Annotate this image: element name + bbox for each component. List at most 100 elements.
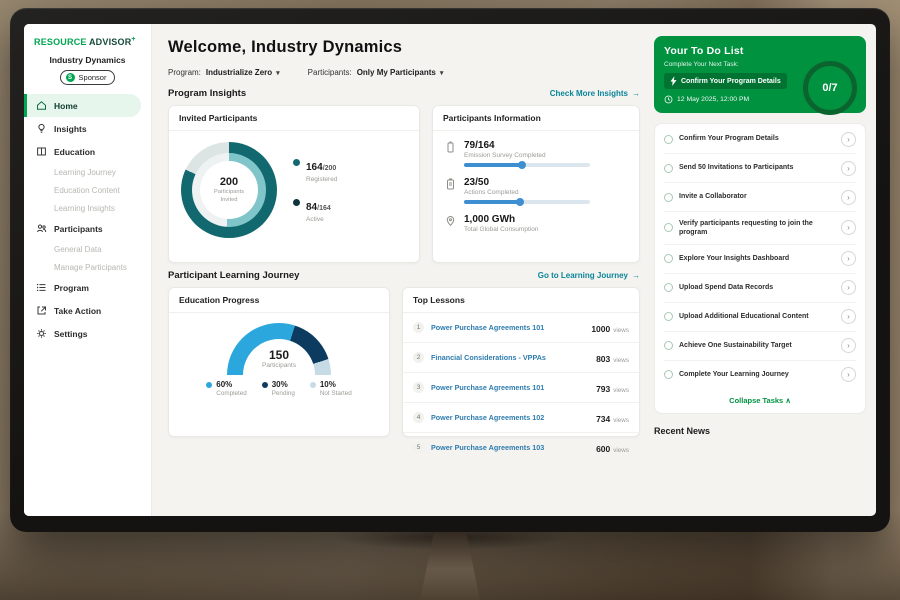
sidebar-item-label: Program <box>54 283 89 293</box>
lesson-row: 1 Power Purchase Agreements 101 1000view… <box>403 313 639 343</box>
sidebar-item-education[interactable]: Education <box>24 140 151 163</box>
task-chevron-button[interactable]: › <box>841 280 856 295</box>
todo-progress-value: 0/7 <box>822 82 837 94</box>
task-row[interactable]: Send 50 Invitations to Participants › <box>664 154 856 183</box>
learning-journey-cards: Education Progress 150 Participants 60% … <box>168 287 640 437</box>
legend-completed: 60% Completed <box>206 380 246 397</box>
task-label: Invite a Collaborator <box>679 192 835 201</box>
monitor-bezel: RESOURCE ADVISOR+ Industry Dynamics S Sp… <box>10 8 890 532</box>
donut-center: 200 Participants Invited <box>181 142 277 238</box>
education-legend: 60% Completed 30% Pending <box>206 380 351 397</box>
task-row[interactable]: Verify participants requesting to join t… <box>664 212 856 245</box>
task-row[interactable]: Explore Your Insights Dashboard › <box>664 245 856 274</box>
lesson-views: 1000 <box>591 324 610 334</box>
task-row[interactable]: Confirm Your Program Details › <box>664 125 856 154</box>
task-chevron-button[interactable]: › <box>841 132 856 147</box>
next-task-chip[interactable]: Confirm Your Program Details <box>664 73 787 89</box>
lesson-views: 803 <box>596 354 610 364</box>
task-row[interactable]: Complete Your Learning Journey › <box>664 361 856 389</box>
sidebar-item-take-action[interactable]: Take Action <box>24 299 151 322</box>
task-checkbox[interactable] <box>664 164 673 173</box>
sponsor-badge: S Sponsor <box>60 70 116 85</box>
gear-icon <box>36 328 47 339</box>
collapse-tasks-label: Collapse Tasks <box>729 396 783 405</box>
task-checkbox[interactable] <box>664 370 673 379</box>
chevron-up-icon: ∧ <box>785 396 791 405</box>
lesson-rank: 5 <box>413 442 424 453</box>
sidebar-item-insights[interactable]: Insights <box>24 117 151 140</box>
stat-label: Emission Survey Completed <box>464 152 590 159</box>
legend-total: /164 <box>317 205 331 212</box>
sidebar-item-label: Settings <box>54 329 88 339</box>
task-row[interactable]: Achieve One Sustainability Target › <box>664 332 856 361</box>
lesson-row: 3 Power Purchase Agreements 101 793views <box>403 373 639 403</box>
program-select[interactable]: Industrialize Zero ▾ <box>206 68 280 77</box>
sidebar-item-settings[interactable]: Settings <box>24 322 151 345</box>
chevron-right-icon: › <box>847 193 850 202</box>
task-label: Send 50 Invitations to Participants <box>679 163 835 172</box>
sidebar-item-participants[interactable]: Participants <box>24 217 151 240</box>
check-more-insights-link[interactable]: Check More Insights → <box>550 89 640 98</box>
consumption-icon <box>445 215 456 227</box>
sidebar-item-program[interactable]: Program <box>24 276 151 299</box>
task-checkbox[interactable] <box>664 254 673 263</box>
chevron-right-icon: › <box>847 283 850 292</box>
sidebar-item-label: Take Action <box>54 306 101 316</box>
sponsor-icon: S <box>66 73 75 82</box>
insights-icon <box>36 123 47 134</box>
sidebar-item-learning-journey[interactable]: Learning Journey <box>24 163 151 181</box>
task-checkbox[interactable] <box>664 341 673 350</box>
task-row[interactable]: Upload Spend Data Records › <box>664 274 856 303</box>
task-chevron-button[interactable]: › <box>841 309 856 324</box>
next-task-datetime-value: 12 May 2025, 12:00 PM <box>677 96 749 103</box>
todo-task-list: Confirm Your Program Details › Send 50 I… <box>654 123 866 414</box>
chevron-right-icon: › <box>847 341 850 350</box>
lesson-link[interactable]: Power Purchase Agreements 101 <box>431 323 584 332</box>
brand-plus: + <box>131 36 135 43</box>
donut-center-label: Participants Invited <box>208 189 250 205</box>
sidebar-item-manage-participants[interactable]: Manage Participants <box>24 258 151 276</box>
lesson-link[interactable]: Power Purchase Agreements 103 <box>431 443 589 452</box>
task-row[interactable]: Upload Additional Educational Content › <box>664 303 856 332</box>
task-checkbox[interactable] <box>664 223 673 232</box>
task-chevron-button[interactable]: › <box>841 338 856 353</box>
task-checkbox[interactable] <box>664 193 673 202</box>
filters-row: Program: Industrialize Zero ▾ Participan… <box>168 68 640 77</box>
task-label: Upload Additional Educational Content <box>679 312 835 321</box>
lesson-link[interactable]: Financial Considerations - VPPAs <box>431 353 589 362</box>
task-row[interactable]: Invite a Collaborator › <box>664 183 856 212</box>
task-chevron-button[interactable]: › <box>841 161 856 176</box>
task-chevron-button[interactable]: › <box>841 251 856 266</box>
task-checkbox[interactable] <box>664 283 673 292</box>
lesson-link[interactable]: Power Purchase Agreements 101 <box>431 383 589 392</box>
lesson-link[interactable]: Power Purchase Agreements 102 <box>431 413 589 422</box>
chevron-down-icon: ▾ <box>440 69 444 77</box>
task-label: Upload Spend Data Records <box>679 283 835 292</box>
participants-select[interactable]: Only My Participants ▾ <box>357 68 444 77</box>
page-title: Welcome, Industry Dynamics <box>168 38 640 57</box>
sidebar-item-learning-insights[interactable]: Learning Insights <box>24 199 151 217</box>
program-filter: Program: Industrialize Zero ▾ <box>168 68 280 77</box>
task-chevron-button[interactable]: › <box>841 220 856 235</box>
program-select-value: Industrialize Zero <box>206 68 272 77</box>
program-icon <box>36 282 47 293</box>
task-chevron-button[interactable]: › <box>841 367 856 382</box>
task-checkbox[interactable] <box>664 312 673 321</box>
stat-progress-fill <box>464 163 524 167</box>
collapse-tasks-link[interactable]: Collapse Tasks ∧ <box>664 389 856 412</box>
program-insights-section-header: Program Insights Check More Insights → <box>168 88 640 99</box>
sidebar-item-general-data[interactable]: General Data <box>24 240 151 258</box>
task-chevron-button[interactable]: › <box>841 190 856 205</box>
org-name: Industry Dynamics <box>24 55 151 65</box>
legend-label: Active <box>306 216 331 223</box>
section-title-learning-journey: Participant Learning Journey <box>168 270 299 281</box>
task-checkbox[interactable] <box>664 135 673 144</box>
go-to-learning-journey-link[interactable]: Go to Learning Journey → <box>538 271 640 280</box>
chevron-right-icon: › <box>847 164 850 173</box>
todo-title: Your To Do List <box>664 45 856 57</box>
invited-legend: 164/200 Registered 84/164 Active <box>293 157 337 223</box>
education-icon <box>36 146 47 157</box>
sidebar-item-education-content[interactable]: Education Content <box>24 181 151 199</box>
next-task-label: Confirm Your Program Details <box>681 78 781 85</box>
sidebar-item-home[interactable]: Home <box>24 94 141 117</box>
